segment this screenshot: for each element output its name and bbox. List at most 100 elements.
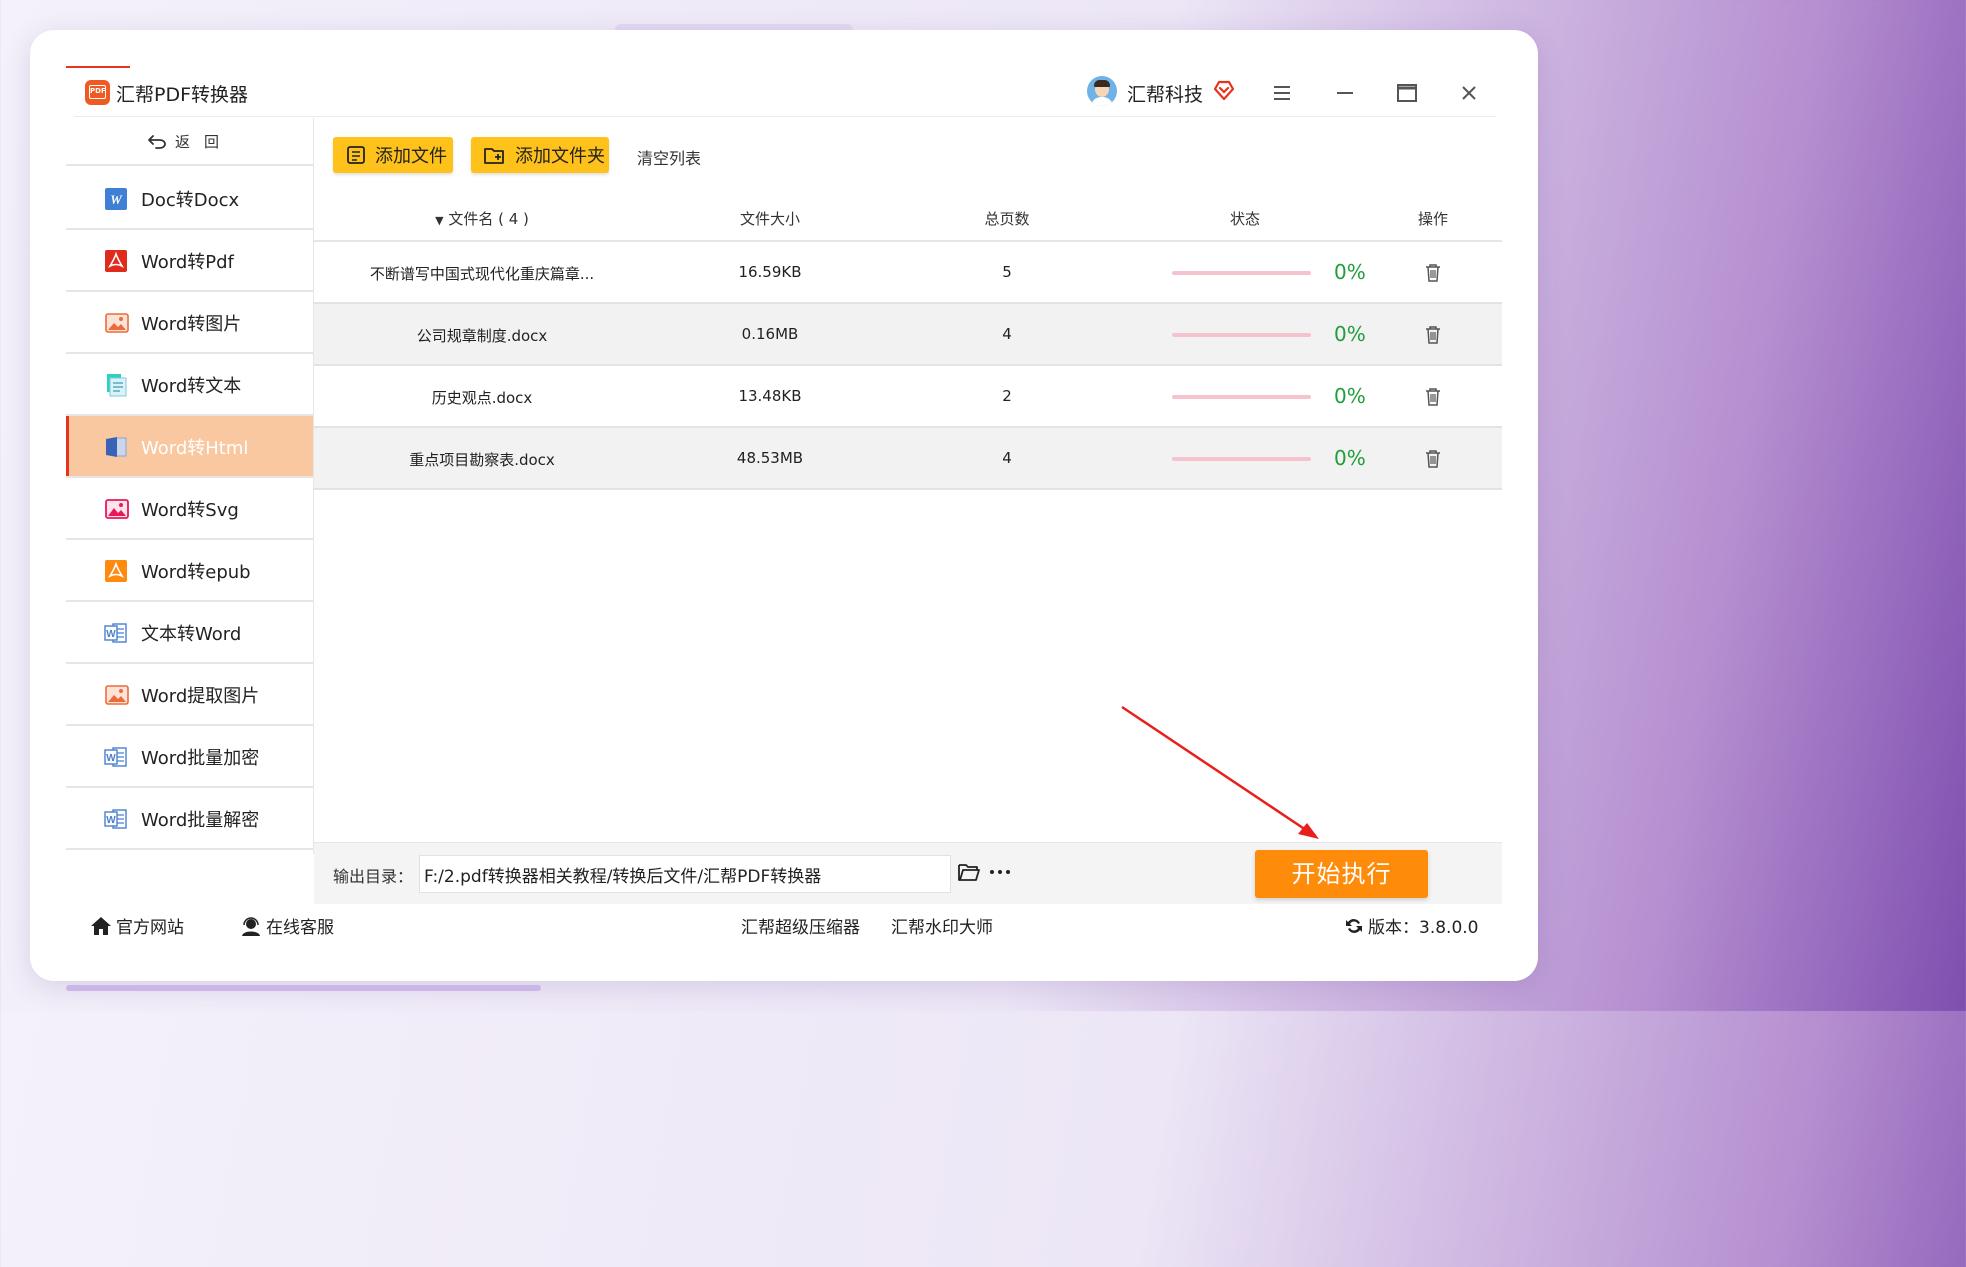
add-folder-icon: [484, 148, 504, 164]
sidebar-item-word-to-pdf[interactable]: Word转Pdf: [66, 230, 314, 292]
sidebar-item-word-batch-decrypt[interactable]: W Word批量解密: [66, 788, 314, 850]
sidebar-item-doc-to-docx[interactable]: W Doc转Docx: [66, 168, 314, 230]
sidebar-item-label: Word转Pdf: [141, 252, 234, 273]
pdf-icon: [105, 250, 127, 272]
add-folder-button[interactable]: 添加文件夹: [471, 137, 609, 173]
table-row[interactable]: 不断谱写中国式现代化重庆篇章... 16.59KB 5 0%: [314, 242, 1502, 304]
online-service-link[interactable]: 在线客服: [240, 913, 334, 938]
sidebar-item-word-to-html[interactable]: Word转Html: [66, 416, 314, 478]
svg-text:W: W: [106, 629, 116, 640]
word-outline-icon: W: [104, 623, 127, 643]
add-file-icon: [347, 146, 365, 164]
main-panel: 添加文件 添加文件夹 清空列表 ▼ 文件名 ( 4 ) 文件大小 总页数 状态 …: [314, 118, 1502, 854]
home-icon: [91, 916, 111, 935]
sidebar-item-label: Word转epub: [141, 562, 251, 583]
word-outline-icon: W: [104, 809, 127, 829]
version-label: 版本：3.8.0.0: [1368, 918, 1479, 938]
column-header-status: 状态: [1229, 210, 1260, 228]
more-dots-icon[interactable]: [989, 869, 1011, 875]
hamburger-menu-icon[interactable]: [1270, 84, 1294, 102]
page-count: 4: [1002, 325, 1012, 343]
compressor-link[interactable]: 汇帮超级压缩器: [741, 913, 860, 938]
svg-text:W: W: [110, 192, 123, 207]
svg-text:W: W: [106, 815, 116, 826]
user-avatar[interactable]: [1087, 76, 1117, 106]
sidebar-item-label: 文本转Word: [141, 624, 242, 645]
sidebar-item-label: Word转Svg: [141, 500, 239, 521]
progress-percent: 0%: [1334, 322, 1366, 346]
output-bar: 输出目录： F:/2.pdf转换器相关教程/转换后文件/汇帮PDF转换器 开始执…: [314, 842, 1502, 905]
title-bar: PDF 汇帮PDF转换器 汇帮科技: [66, 66, 1502, 118]
user-name[interactable]: 汇帮科技: [1127, 80, 1203, 107]
app-window: PDF 汇帮PDF转换器 汇帮科技 返回 W Doc转Docx Word转Pdf…: [66, 66, 1502, 946]
folder-open-icon[interactable]: [957, 861, 981, 883]
vip-heart-icon[interactable]: [1212, 78, 1236, 102]
back-arrow-icon: [148, 135, 166, 149]
delete-trash-icon[interactable]: [1424, 387, 1442, 407]
bottom-bar: 官方网站 在线客服 汇帮超级压缩器 汇帮水印大师 版本：3.8.0.0: [66, 904, 1502, 946]
image-icon: [105, 313, 129, 333]
online-service-label: 在线客服: [266, 918, 334, 938]
sidebar-item-label: Word转图片: [141, 314, 242, 335]
add-file-label: 添加文件: [375, 146, 447, 167]
sidebar-item-word-to-text[interactable]: Word转文本: [66, 354, 314, 416]
file-size: 16.59KB: [738, 263, 802, 281]
file-size: 0.16MB: [741, 325, 799, 343]
file-name: 历史观点.docx: [431, 389, 533, 407]
delete-trash-icon[interactable]: [1424, 263, 1442, 283]
minimize-icon[interactable]: [1334, 84, 1356, 102]
image-icon: [105, 685, 129, 705]
app-title: 汇帮PDF转换器: [116, 84, 249, 106]
back-button[interactable]: 返回: [66, 118, 314, 166]
delete-trash-icon[interactable]: [1424, 325, 1442, 345]
close-icon[interactable]: [1458, 82, 1480, 104]
text-doc-icon: [107, 374, 127, 397]
maximize-icon[interactable]: [1396, 82, 1418, 104]
progress-percent: 0%: [1334, 384, 1366, 408]
toolbar: 添加文件 添加文件夹 清空列表: [314, 118, 1502, 194]
sidebar-menu: W Doc转Docx Word转Pdf Word转图片 Word转文本 Word…: [66, 168, 314, 850]
back-label: 返回: [174, 132, 233, 151]
progress-percent: 0%: [1334, 260, 1366, 284]
sidebar-item-word-to-svg[interactable]: Word转Svg: [66, 478, 314, 540]
table-row[interactable]: 重点项目勘察表.docx 48.53MB 4 0%: [314, 428, 1502, 490]
sidebar-item-word-batch-encrypt[interactable]: W Word批量加密: [66, 726, 314, 788]
sidebar-item-text-to-word[interactable]: W 文本转Word: [66, 602, 314, 664]
watermark-link[interactable]: 汇帮水印大师: [891, 913, 993, 938]
file-table-header: ▼ 文件名 ( 4 ) 文件大小 总页数 状态 操作: [314, 194, 1502, 242]
column-header-size: 文件大小: [739, 210, 800, 228]
epub-icon: [105, 560, 127, 582]
background-decor-bottom: [66, 985, 541, 991]
sidebar-item-label: Word转Html: [141, 438, 249, 459]
page-count: 4: [1002, 449, 1012, 467]
sidebar-item-word-to-epub[interactable]: Word转epub: [66, 540, 314, 602]
app-logo-text: PDF: [89, 85, 106, 99]
page-count: 5: [1002, 263, 1012, 281]
clear-list-button[interactable]: 清空列表: [637, 145, 701, 169]
official-site-link[interactable]: 官方网站: [90, 913, 184, 938]
sidebar-item-label: Word转文本: [141, 376, 242, 397]
file-name: 公司规章制度.docx: [416, 327, 548, 345]
sidebar-item-word-to-image[interactable]: Word转图片: [66, 292, 314, 354]
sidebar: 返回 W Doc转Docx Word转Pdf Word转图片 Word转文本 W…: [66, 118, 314, 854]
sidebar-item-word-extract-images[interactable]: Word提取图片: [66, 664, 314, 726]
progress-bar: [1172, 271, 1311, 275]
output-dir-field[interactable]: F:/2.pdf转换器相关教程/转换后文件/汇帮PDF转换器: [419, 855, 951, 893]
delete-trash-icon[interactable]: [1424, 449, 1442, 469]
file-size: 48.53MB: [736, 449, 804, 467]
table-row[interactable]: 历史观点.docx 13.48KB 2 0%: [314, 366, 1502, 428]
progress-bar: [1172, 333, 1311, 337]
file-name: 重点项目勘察表.docx: [409, 451, 555, 469]
add-file-button[interactable]: 添加文件: [333, 137, 453, 173]
start-execute-button[interactable]: 开始执行: [1255, 850, 1428, 898]
file-size: 13.48KB: [738, 387, 802, 405]
official-site-label: 官方网站: [116, 918, 184, 938]
progress-bar: [1172, 457, 1311, 461]
add-folder-label: 添加文件夹: [515, 146, 605, 167]
table-row[interactable]: 公司规章制度.docx 0.16MB 4 0%: [314, 304, 1502, 366]
sidebar-item-label: Doc转Docx: [141, 190, 240, 211]
output-dir-label: 输出目录：: [333, 867, 414, 886]
column-header-filename[interactable]: ▼ 文件名 ( 4 ): [382, 208, 582, 229]
page-count: 2: [1002, 387, 1012, 405]
version-info[interactable]: 版本：3.8.0.0: [1344, 913, 1478, 938]
